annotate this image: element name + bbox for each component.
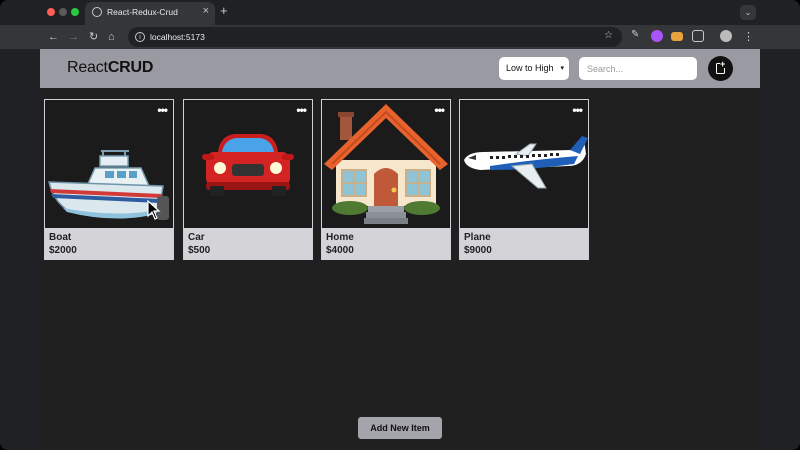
item-info: Boat $2000 bbox=[45, 228, 173, 259]
browser-menu-icon[interactable]: ⋮ bbox=[743, 29, 754, 45]
item-name: Home bbox=[326, 232, 354, 243]
new-tab-button[interactable]: + bbox=[220, 3, 228, 18]
more-options-icon[interactable]: ••• bbox=[572, 103, 583, 117]
item-name: Boat bbox=[49, 232, 72, 243]
app-logo: ReactCRUD bbox=[67, 59, 154, 76]
item-price: $9000 bbox=[464, 245, 492, 256]
reload-icon[interactable]: ↻ bbox=[89, 29, 98, 45]
back-arrow-icon[interactable]: ← bbox=[48, 29, 59, 45]
mouse-cursor-icon bbox=[147, 200, 161, 220]
tab-strip: React-Redux-Crud × + ⌄ bbox=[0, 0, 800, 25]
item-card-plane[interactable]: ••• Plane $9000 bbox=[459, 99, 589, 260]
site-info-icon[interactable]: i bbox=[135, 32, 145, 42]
browser-window: React-Redux-Crud × + ⌄ ← → ↻ ⌂ i localho… bbox=[0, 0, 800, 450]
item-info: Car $500 bbox=[184, 228, 312, 259]
item-price: $2000 bbox=[49, 245, 77, 256]
plane-image bbox=[460, 100, 588, 228]
address-url[interactable]: localhost:5173 bbox=[150, 32, 205, 42]
sort-select[interactable]: Low to High ▾ bbox=[499, 57, 569, 80]
extension-flag-icon[interactable] bbox=[671, 32, 683, 41]
app-header: ReactCRUD Low to High ▾ + bbox=[40, 49, 760, 88]
more-options-icon[interactable]: ••• bbox=[296, 103, 307, 117]
add-new-item-button[interactable]: Add New Item bbox=[358, 417, 442, 439]
tab-title: React-Redux-Crud bbox=[107, 7, 178, 17]
browser-toolbar: ← → ↻ ⌂ i localhost:5173 ☆ ✎ ⋮ bbox=[0, 25, 800, 49]
globe-icon bbox=[92, 7, 102, 17]
close-window-button[interactable] bbox=[47, 8, 55, 16]
home-icon[interactable]: ⌂ bbox=[108, 29, 115, 45]
item-price: $500 bbox=[188, 245, 211, 256]
add-item-icon-button[interactable]: + bbox=[708, 56, 733, 81]
app-page: ReactCRUD Low to High ▾ + bbox=[40, 49, 760, 450]
item-info: Home $4000 bbox=[322, 228, 450, 259]
eyedropper-icon[interactable]: ✎ bbox=[631, 29, 643, 41]
profile-avatar-icon[interactable] bbox=[720, 30, 732, 42]
bookmark-star-icon[interactable]: ☆ bbox=[604, 30, 613, 41]
browser-tab[interactable]: React-Redux-Crud × bbox=[85, 2, 215, 25]
item-price: $4000 bbox=[326, 245, 354, 256]
car-image bbox=[184, 100, 312, 228]
tab-search-chevron-icon[interactable]: ⌄ bbox=[740, 5, 756, 20]
extensions-puzzle-icon[interactable] bbox=[692, 30, 704, 42]
address-bar[interactable]: i localhost:5173 ☆ bbox=[128, 27, 622, 47]
item-card-boat[interactable]: ••• Boat $2000 bbox=[44, 99, 174, 260]
more-options-icon[interactable]: ••• bbox=[434, 103, 445, 117]
house-image bbox=[322, 100, 450, 228]
forward-arrow-icon[interactable]: → bbox=[68, 29, 79, 45]
extension-purple-icon[interactable] bbox=[651, 30, 663, 42]
item-name: Car bbox=[188, 232, 205, 243]
search-input[interactable] bbox=[579, 57, 697, 80]
minimize-window-button[interactable] bbox=[59, 8, 67, 16]
item-name: Plane bbox=[464, 232, 491, 243]
maximize-window-button[interactable] bbox=[71, 8, 79, 16]
more-options-icon[interactable]: ••• bbox=[157, 103, 168, 117]
item-card-home[interactable]: ••• Home $4000 bbox=[321, 99, 451, 260]
item-info: Plane $9000 bbox=[460, 228, 588, 259]
chevron-down-icon: ▾ bbox=[560, 65, 564, 72]
item-card-car[interactable]: ••• Car $500 bbox=[183, 99, 313, 260]
tab-close-icon[interactable]: × bbox=[203, 5, 209, 17]
sort-selected-value: Low to High bbox=[506, 63, 554, 73]
